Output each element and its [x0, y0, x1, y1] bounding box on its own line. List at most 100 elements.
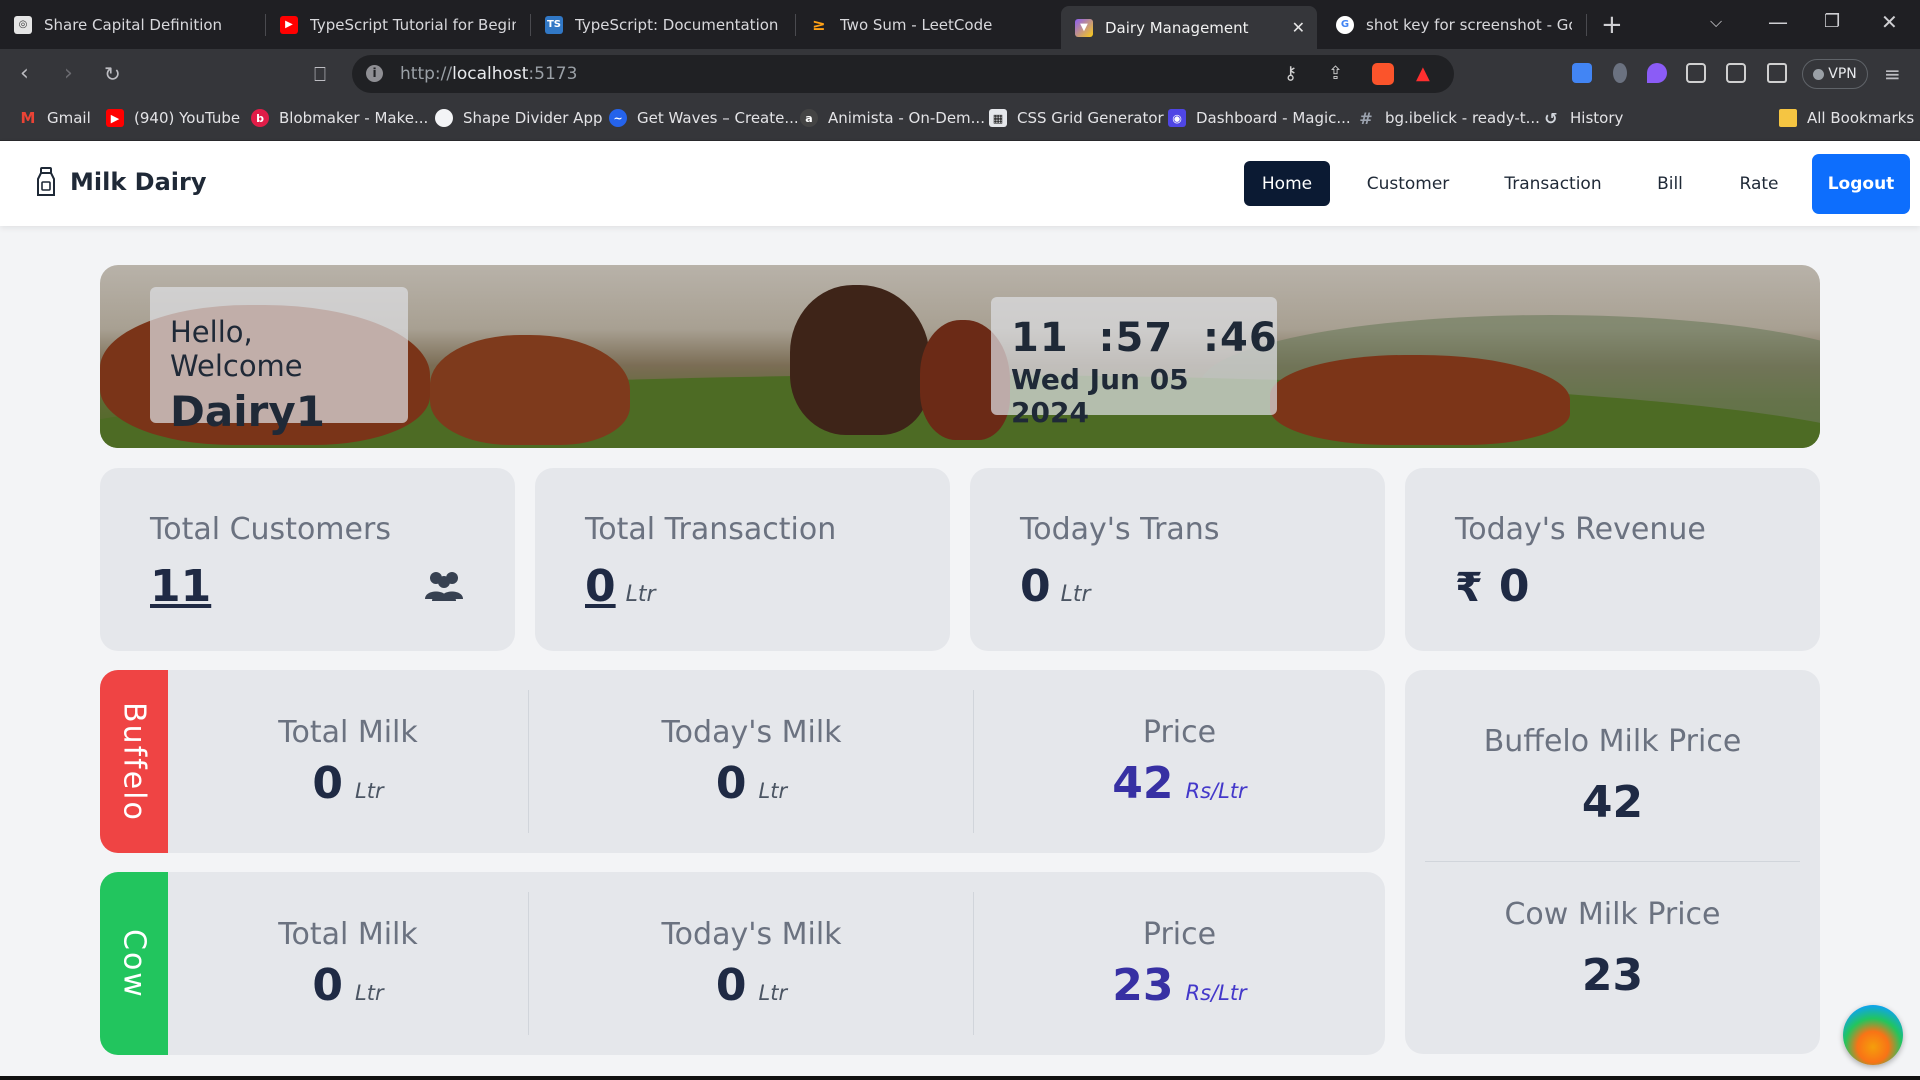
total-customers-card[interactable]: Total Customers 11 [100, 468, 515, 651]
stat-value[interactable]: 11 [150, 561, 211, 612]
buffalo-milk-price: Buffelo Milk Price 42 [1405, 724, 1820, 828]
cow-price: Price 23 Rs/Ltr [974, 892, 1385, 1035]
vpn-button[interactable]: VPN [1802, 59, 1868, 89]
browser-toolbar: ‹ › ↻ ⎕ i http://localhost:5173 ⚷ ⇪ ▲ VP… [0, 49, 1920, 99]
milk-value: 0 [715, 757, 747, 809]
restore-icon[interactable]: ❐ [1824, 11, 1840, 32]
address-bar[interactable]: i http://localhost:5173 ⚷ ⇪ ▲ [352, 55, 1454, 93]
clock-time: 11 :57 :46 [1011, 315, 1278, 361]
extension-icon[interactable] [1613, 63, 1627, 83]
taskbar-edge [0, 1076, 1920, 1080]
clock-card: 11 :57 :46 Wed Jun 05 2024 [991, 297, 1278, 429]
bookmark-label: Get Waves – Create... [637, 109, 799, 127]
password-key-icon[interactable]: ⚷ [1284, 63, 1297, 84]
welcome-card: Hello, Welcome Dairy1 [150, 287, 408, 436]
cow-milk-price: Cow Milk Price 23 [1405, 897, 1820, 1001]
tab-title: TypeScript Tutorial for Beginner [310, 15, 516, 34]
tab-title: TypeScript: Documentation - Ty [575, 15, 781, 34]
share-icon[interactable]: ⇪ [1328, 63, 1343, 84]
forward-icon[interactable]: › [64, 61, 73, 87]
stat-value[interactable]: 0 [585, 561, 616, 612]
bookmark-youtube[interactable]: ▶ (940) YouTube [106, 109, 240, 127]
cow-decoration [430, 335, 630, 445]
bookmark-label: Animista - On-Dem... [828, 109, 985, 127]
cow-decoration [1270, 355, 1570, 445]
browser-tab[interactable]: G shot key for screenshot - Goog [1322, 0, 1586, 49]
nav-customer[interactable]: Customer [1358, 161, 1458, 206]
milk-bottle-icon [37, 167, 55, 196]
close-tab-icon[interactable]: ✕ [1292, 18, 1305, 37]
bookmark-shape-divider[interactable]: Shape Divider App [435, 109, 603, 127]
bookmark-label: (940) YouTube [134, 109, 241, 127]
bookmark-history[interactable]: ↺ History [1542, 108, 1623, 128]
milk-label: Today's Milk [661, 714, 842, 750]
bookmark-blobmaker[interactable]: b Blobmaker - Make... [251, 109, 428, 127]
price-unit: Rs/Ltr [1185, 778, 1247, 803]
buffalo-tag-label: Buffelo [116, 701, 152, 822]
reload-icon[interactable]: ↻ [104, 61, 121, 87]
nav-rate[interactable]: Rate [1730, 161, 1788, 206]
nav-bill[interactable]: Bill [1648, 161, 1692, 206]
menu-icon[interactable]: ≡ [1884, 61, 1901, 87]
floating-assistant-icon[interactable] [1843, 1005, 1903, 1065]
bookmark-animista[interactable]: a Animista - On-Dem... [800, 109, 985, 127]
sidebar-toggle-icon[interactable] [1726, 63, 1746, 83]
waves-icon: ~ [609, 109, 627, 127]
google-icon: G [1336, 15, 1354, 34]
bookmark-get-waves[interactable]: ~ Get Waves – Create... [609, 109, 799, 127]
vpn-status-icon [1813, 68, 1825, 80]
extensions-puzzle-icon[interactable] [1686, 63, 1706, 83]
rupee-icon: ₹ [1455, 565, 1483, 611]
nav-home[interactable]: Home [1244, 161, 1330, 206]
tab-title: Share Capital Definition [44, 15, 223, 34]
bookmark-icon[interactable]: ⎕ [314, 61, 326, 87]
bookmark-css-grid[interactable]: ▦ CSS Grid Generator [989, 109, 1164, 127]
milk-unit: Ltr [758, 980, 788, 1005]
grid-icon: ▦ [989, 109, 1007, 127]
buffalo-tag: Buffelo [100, 670, 168, 853]
milk-label: Total Milk [278, 714, 418, 750]
tab-search-chevron-icon[interactable]: ⌵ [1710, 12, 1722, 32]
bookmarks-bar: M Gmail ▶ (940) YouTube b Blobmaker - Ma… [0, 99, 1920, 141]
bookmark-bg-ibelick[interactable]: # bg.ibelick - ready-t... [1357, 109, 1540, 128]
bookmark-label: Shape Divider App [463, 109, 603, 127]
stat-label: Total Transaction [585, 512, 837, 547]
price-value: 23 [1112, 959, 1174, 1011]
buffalo-price: Price 42 Rs/Ltr [974, 690, 1385, 833]
milk-value: 0 [312, 757, 344, 809]
minimize-icon[interactable]: — [1768, 10, 1788, 34]
history-icon: ↺ [1544, 108, 1558, 128]
brave-rewards-icon[interactable]: ▲ [1416, 63, 1430, 84]
browser-tab[interactable]: TS TypeScript: Documentation - Ty [531, 0, 795, 49]
bookmark-label: CSS Grid Generator [1017, 109, 1164, 127]
stat-label: Total Customers [150, 512, 391, 547]
translate-extension-icon[interactable] [1572, 63, 1592, 83]
new-tab-icon[interactable]: + [1601, 10, 1623, 40]
browser-tab-active[interactable]: ▼ Dairy Management ✕ [1061, 6, 1317, 49]
buffalo-total-milk: Total Milk 0 Ltr [168, 690, 528, 833]
logout-button[interactable]: Logout [1812, 154, 1910, 214]
window-close-icon[interactable]: ✕ [1881, 10, 1898, 34]
milk-value: 0 [715, 959, 747, 1011]
url-text[interactable]: http://localhost:5173 [400, 64, 577, 84]
bookmark-gmail[interactable]: M Gmail [19, 109, 91, 127]
nav-transaction[interactable]: Transaction [1496, 161, 1610, 206]
leetcode-icon: ≥ [812, 15, 826, 34]
clock-date: Wed Jun 05 2024 [1011, 363, 1189, 429]
milk-label: Total Milk [278, 916, 418, 952]
back-icon[interactable]: ‹ [20, 61, 29, 87]
all-bookmarks[interactable]: All Bookmarks [1779, 109, 1914, 127]
price-label: Buffelo Milk Price [1483, 724, 1742, 759]
browser-tab[interactable]: ▶ TypeScript Tutorial for Beginner [266, 0, 530, 49]
brand[interactable]: Milk Dairy [36, 167, 206, 197]
browser-tab[interactable]: ◎ Share Capital Definition [0, 0, 265, 49]
milk-unit: Ltr [758, 778, 788, 803]
browser-tab[interactable]: ≥ Two Sum - LeetCode [796, 0, 1060, 49]
folder-icon [1779, 109, 1797, 127]
brave-shield-icon[interactable] [1372, 63, 1394, 85]
wallet-icon[interactable] [1767, 63, 1787, 83]
bookmark-dashboard[interactable]: ◉ Dashboard - Magic... [1168, 109, 1351, 127]
tab-title: Dairy Management [1105, 18, 1249, 37]
site-info-icon[interactable]: i [366, 65, 383, 82]
extension-drop-icon[interactable] [1647, 63, 1667, 83]
